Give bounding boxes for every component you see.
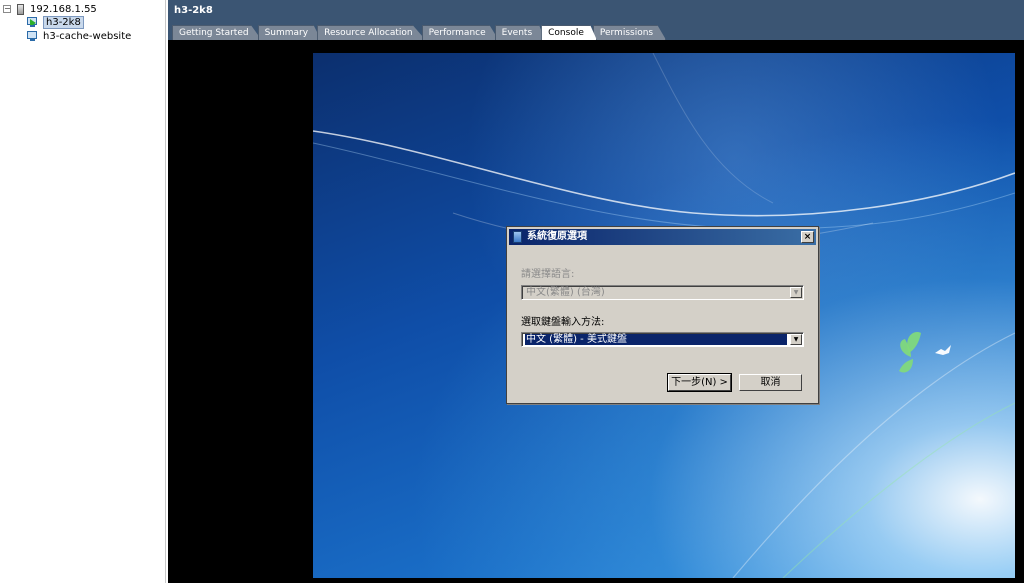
- vm-powered-on-icon: [27, 16, 39, 28]
- vm-label: h3-2k8: [43, 15, 84, 29]
- language-select: 中文(繁體) (台灣) ▼: [521, 285, 804, 300]
- next-button[interactable]: 下一步(N) >: [667, 373, 732, 392]
- keyboard-value: 中文 (繁體) - 美式鍵盤: [525, 334, 787, 345]
- vm-header: h3-2k8 Getting Started Summary Resource …: [168, 0, 1024, 40]
- tab-bar: Getting Started Summary Resource Allocat…: [172, 25, 667, 40]
- chevron-down-icon: ▼: [790, 287, 802, 298]
- tree-item-vm-h3-2k8[interactable]: h3-2k8: [27, 15, 84, 29]
- tree-item-vm-h3-cache-website[interactable]: h3-cache-website: [27, 29, 131, 43]
- vm-title: h3-2k8: [174, 5, 213, 16]
- window-icon: [513, 231, 522, 243]
- cancel-button[interactable]: 取消: [739, 374, 802, 391]
- keyboard-select[interactable]: 中文 (繁體) - 美式鍵盤 ▼: [521, 332, 804, 347]
- bird-leaf-icon: [899, 332, 921, 373]
- tab-permissions[interactable]: Permissions: [592, 25, 667, 40]
- vsphere-client-window: − 192.168.1.55 h3-2k8 h3-cache-website h…: [0, 0, 1024, 583]
- host-label: 192.168.1.55: [30, 3, 97, 15]
- tab-events[interactable]: Events: [494, 25, 546, 40]
- collapse-icon[interactable]: −: [3, 5, 11, 13]
- tab-getting-started[interactable]: Getting Started: [172, 25, 262, 40]
- dove-icon: [935, 345, 951, 355]
- inventory-tree[interactable]: − 192.168.1.55 h3-2k8 h3-cache-website: [0, 0, 166, 583]
- vm-label: h3-cache-website: [43, 30, 132, 42]
- system-recovery-dialog: 系統復原選項 × 請選擇語言: 中文(繁體) (台灣) ▼ 選取鍵盤輸入方法: …: [506, 226, 819, 404]
- close-button[interactable]: ×: [801, 231, 814, 243]
- server-icon: [17, 3, 24, 15]
- language-label: 請選擇語言:: [521, 269, 575, 280]
- tab-performance[interactable]: Performance: [421, 25, 499, 40]
- language-value: 中文(繁體) (台灣): [526, 287, 605, 298]
- vm-icon: [27, 30, 39, 42]
- chevron-down-icon[interactable]: ▼: [790, 334, 802, 345]
- tab-summary[interactable]: Summary: [257, 25, 322, 40]
- keyboard-label: 選取鍵盤輸入方法:: [521, 317, 605, 328]
- tab-resource-allocation[interactable]: Resource Allocation: [317, 25, 426, 40]
- dialog-title: 系統復原選項: [527, 231, 587, 242]
- tab-console[interactable]: Console: [541, 25, 597, 40]
- dialog-titlebar[interactable]: 系統復原選項 ×: [509, 229, 816, 245]
- tree-item-host[interactable]: − 192.168.1.55: [3, 2, 97, 16]
